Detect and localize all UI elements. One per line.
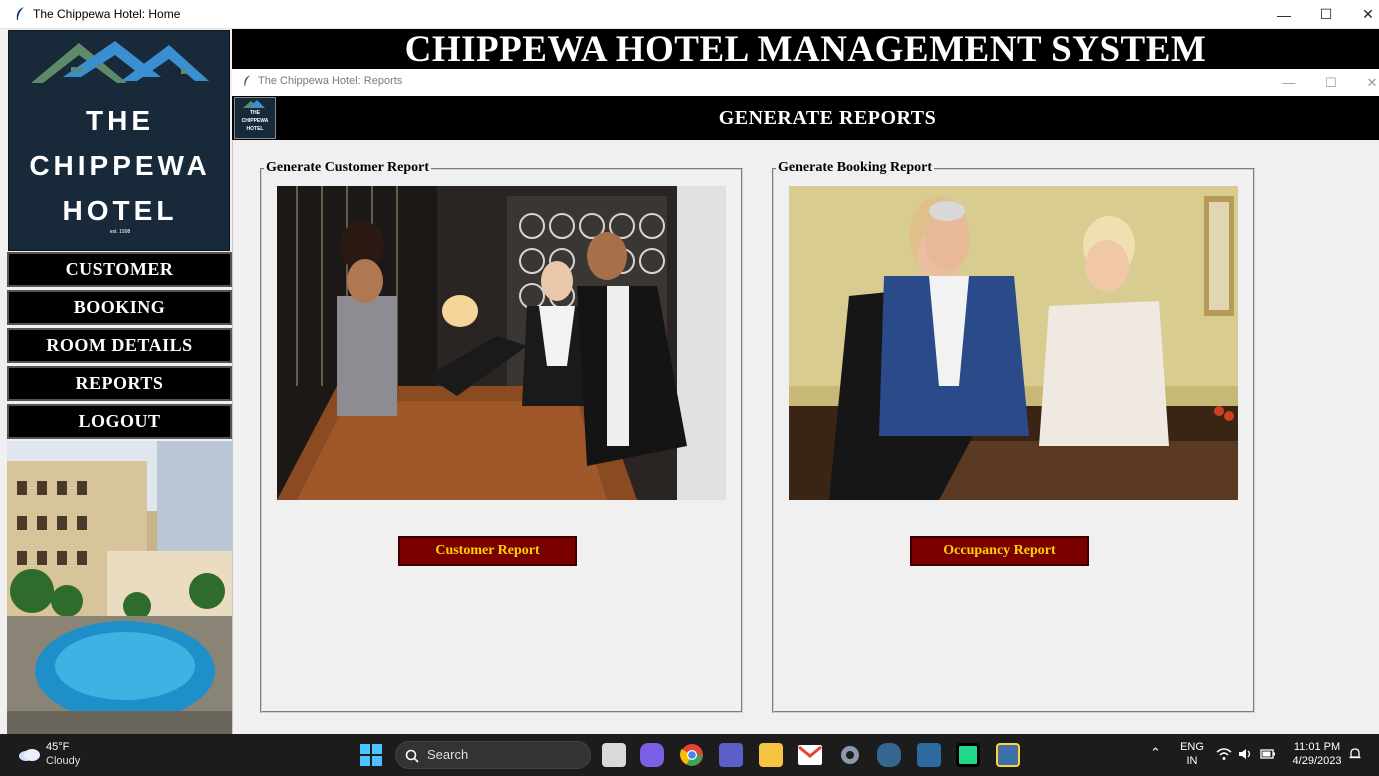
main-header-title: CHIPPEWA HOTEL MANAGEMENT SYSTEM	[232, 29, 1379, 70]
wifi-icon[interactable]	[1216, 747, 1232, 761]
mysql-workbench-icon[interactable]	[917, 743, 941, 767]
chrome-icon[interactable]	[680, 743, 704, 767]
reports-header-title: GENERATE REPORTS	[718, 107, 937, 129]
pycharm-icon[interactable]	[956, 743, 980, 767]
hotel-logo: THE CHIPPEWA HOTEL est. 1998	[8, 30, 230, 251]
booking-report-group-label: Generate Booking Report	[776, 160, 934, 176]
postgresql-icon[interactable]	[877, 743, 901, 767]
language-in[interactable]: IN	[1178, 755, 1206, 767]
roof-logo-icon	[243, 100, 265, 108]
logo-text-chippewa: CHIPPEWA	[29, 150, 211, 181]
reports-close-button[interactable]: ✕	[1352, 69, 1379, 96]
nav-reports-button[interactable]: REPORTS	[7, 366, 232, 401]
reports-maximize-button[interactable]: ☐	[1311, 69, 1351, 96]
windows-start-icon[interactable]	[360, 744, 382, 766]
small-logo-chippewa: CHIPPEWA	[241, 118, 269, 124]
front-desk-photo	[277, 186, 726, 500]
close-button[interactable]: ✕	[1347, 0, 1379, 29]
clock-date[interactable]: 4/29/2023	[1284, 755, 1350, 767]
logo-text-the: THE	[86, 105, 154, 136]
reports-minimize-button[interactable]: —	[1269, 69, 1309, 96]
battery-icon[interactable]	[1260, 748, 1276, 760]
language-eng[interactable]: ENG	[1178, 741, 1206, 753]
volume-icon[interactable]	[1238, 747, 1252, 761]
small-logo-the: THE	[250, 110, 260, 116]
logo-est: est. 1998	[109, 229, 131, 235]
nav-booking-button[interactable]: BOOKING	[7, 290, 232, 325]
main-window-title: The Chippewa Hotel: Home	[33, 7, 181, 21]
hotel-courtyard-photo	[7, 441, 232, 734]
taskbar-search-box[interactable]	[395, 741, 591, 769]
feather-app-icon	[16, 7, 24, 20]
nav-room-details-button[interactable]: ROOM DETAILS	[7, 328, 232, 363]
nav-logout-button[interactable]: LOGOUT	[7, 404, 232, 439]
notification-bell-icon[interactable]	[1348, 747, 1362, 761]
occupancy-report-button[interactable]: Occupancy Report	[910, 536, 1089, 566]
main-window-titlebar: The Chippewa Hotel: Home — ☐ ✕	[0, 0, 1379, 29]
python-icon[interactable]	[996, 743, 1020, 767]
file-explorer-icon[interactable]	[759, 743, 783, 767]
logo-text-hotel: HOTEL	[62, 195, 178, 226]
teams-icon[interactable]	[719, 743, 743, 767]
search-icon	[405, 749, 419, 763]
feather-app-icon	[244, 75, 251, 86]
settings-gear-icon[interactable]	[838, 743, 862, 767]
cloud-weather-icon	[19, 749, 40, 761]
task-view-icon[interactable]	[602, 743, 626, 767]
gmail-icon[interactable]	[798, 745, 822, 765]
clock-time[interactable]: 11:01 PM	[1284, 741, 1350, 753]
chat-icon[interactable]	[640, 743, 664, 767]
small-logo-hotel: HOTEL	[246, 126, 264, 132]
check-in-photo	[789, 186, 1238, 500]
customer-report-group-label: Generate Customer Report	[264, 160, 432, 176]
reports-window-title: The Chippewa Hotel: Reports	[258, 75, 403, 87]
weather-condition[interactable]: Cloudy	[46, 755, 80, 767]
minimize-button[interactable]: —	[1263, 0, 1305, 29]
chevron-up-icon[interactable]: ⌃	[1150, 745, 1161, 761]
customer-report-button[interactable]: Customer Report	[398, 536, 577, 566]
maximize-button[interactable]: ☐	[1305, 0, 1347, 29]
reports-window-titlebar: The Chippewa Hotel: Reports — ☐ ✕	[232, 69, 1379, 96]
reports-small-logo: THE CHIPPEWA HOTEL	[234, 97, 276, 139]
nav-customer-button[interactable]: CUSTOMER	[7, 252, 232, 287]
weather-temperature[interactable]: 45°F	[46, 741, 69, 753]
taskbar-search-placeholder[interactable]: Search	[427, 747, 468, 762]
roof-logo-icon	[31, 41, 209, 83]
